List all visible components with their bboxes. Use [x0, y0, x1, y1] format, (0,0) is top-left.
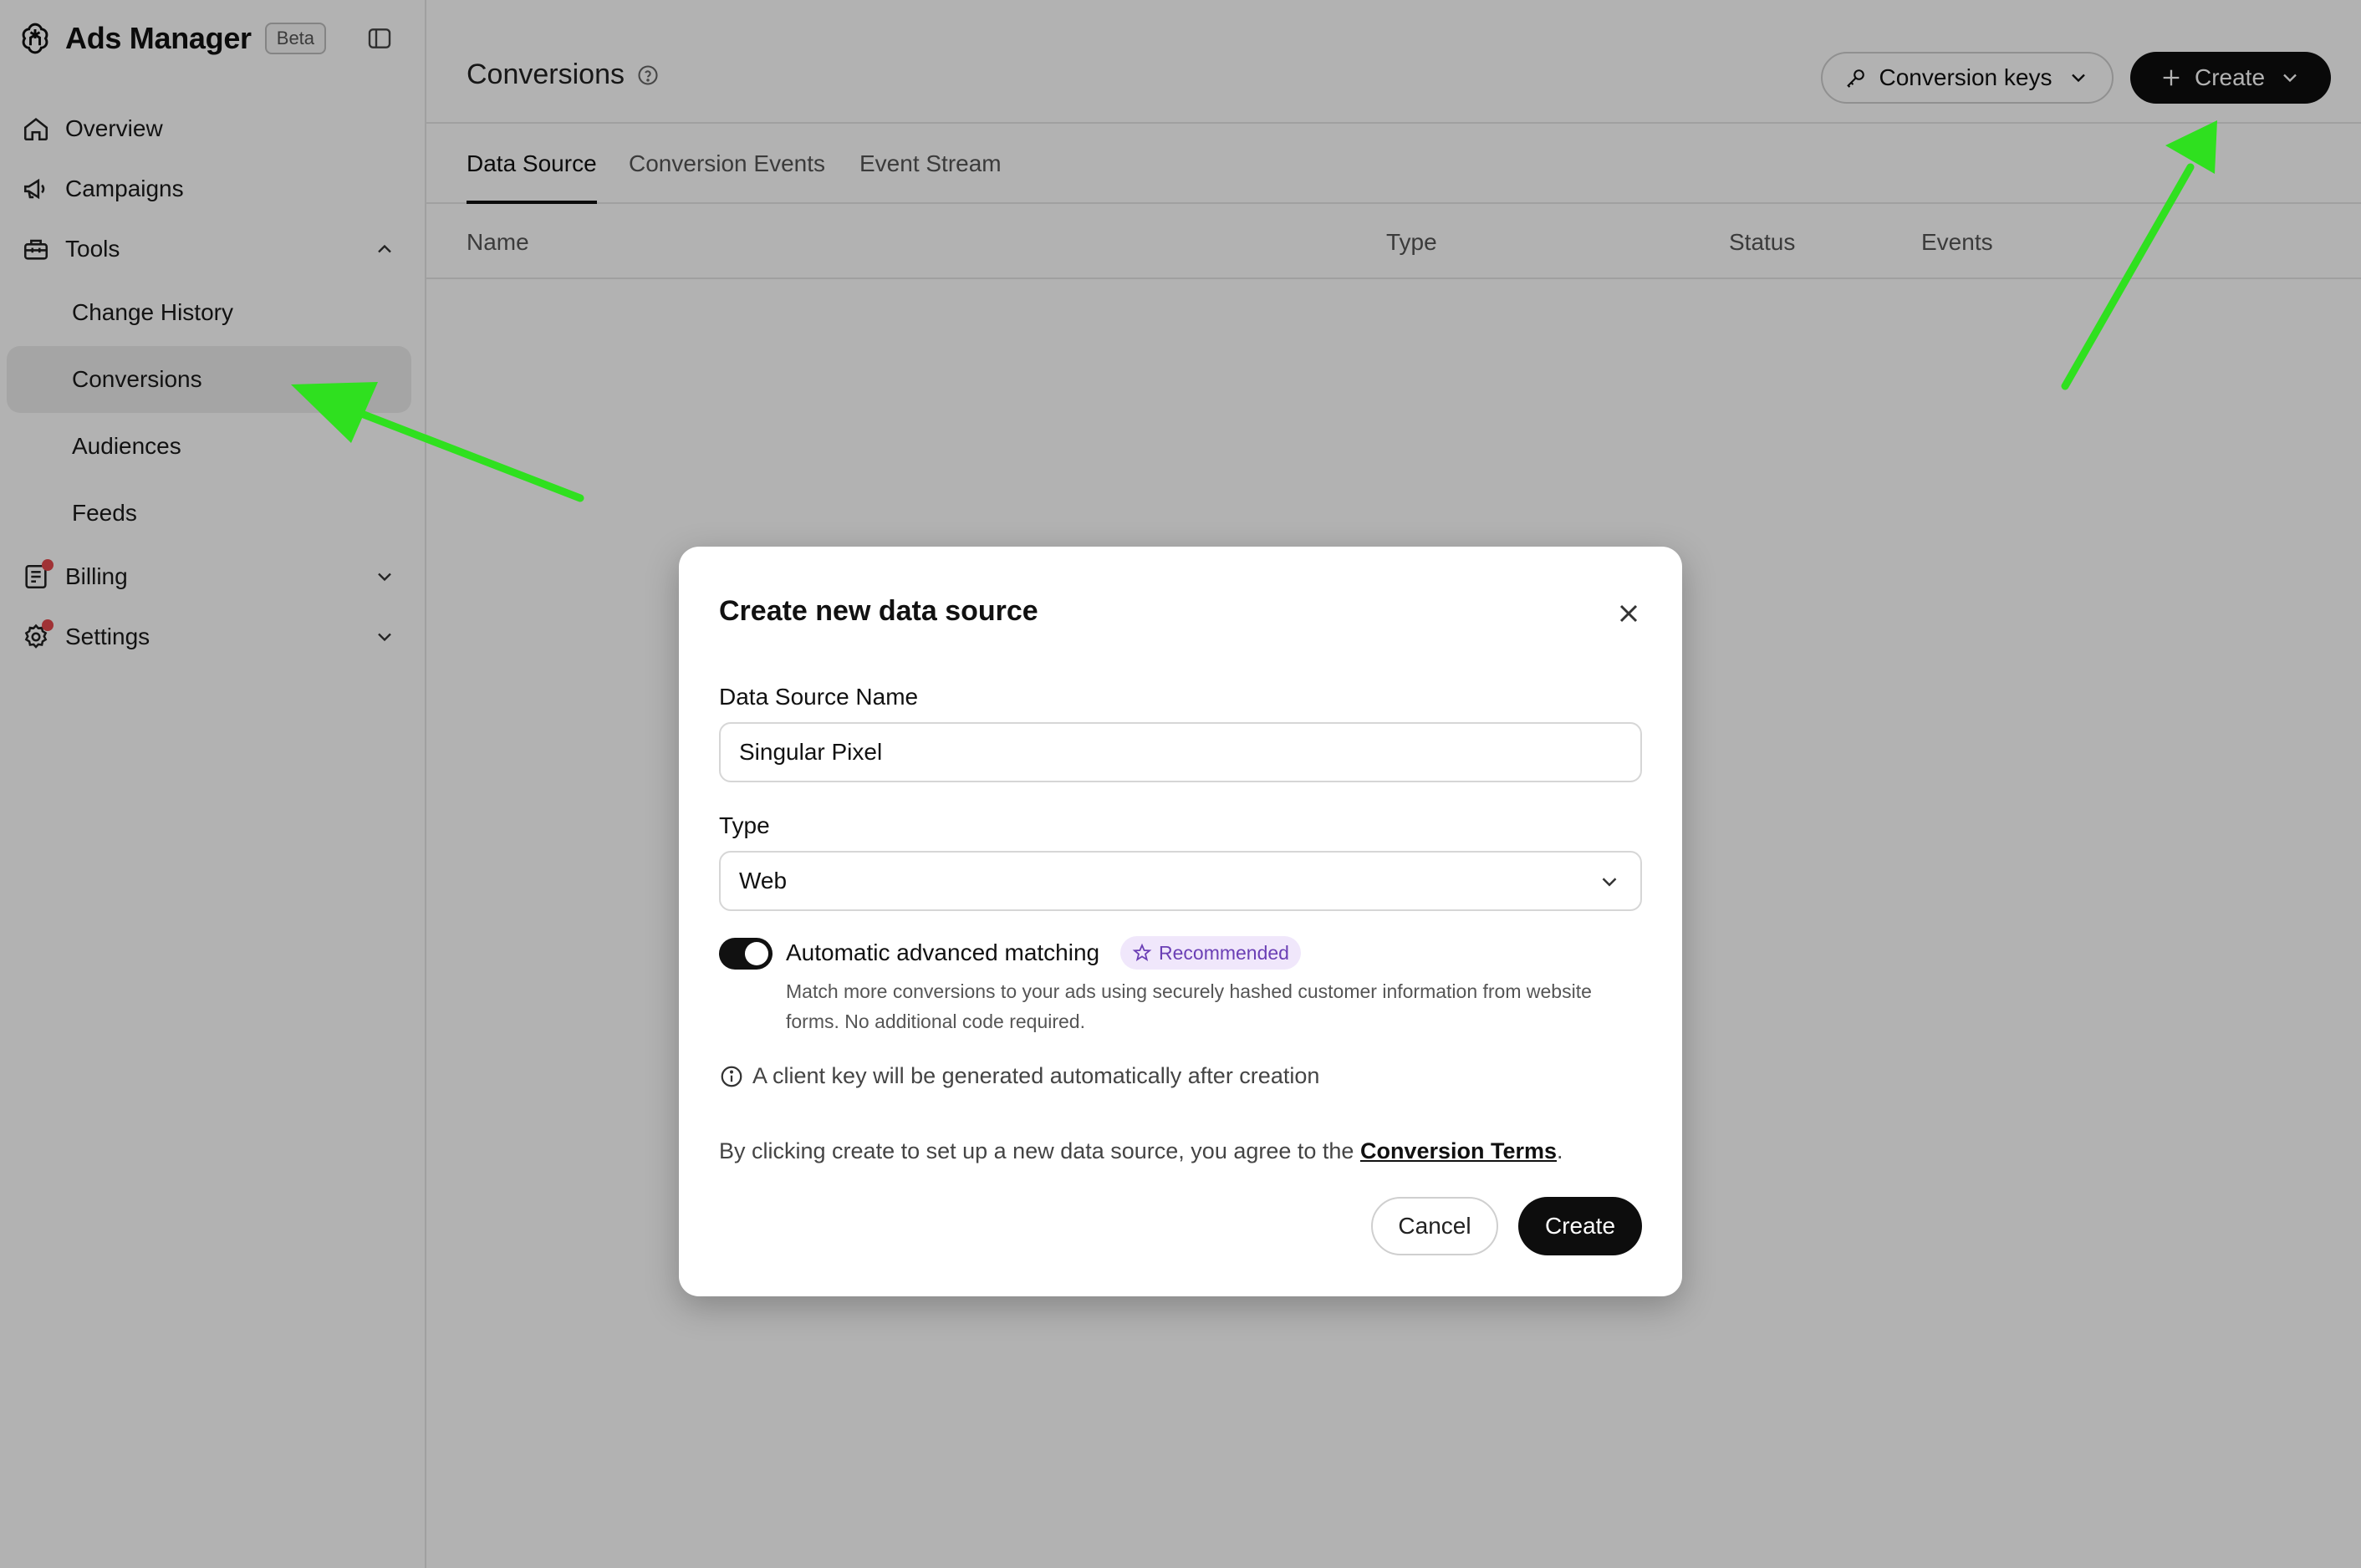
client-key-info: A client key will be generated automatic… — [719, 1063, 1319, 1089]
toggle-knob — [745, 942, 768, 965]
type-select-value: Web — [739, 868, 788, 893]
close-icon[interactable] — [1614, 598, 1644, 629]
terms-prefix: By clicking create to set up a new data … — [719, 1138, 1360, 1163]
app-root: Ads Manager Beta Overview Campaigns Tool… — [0, 0, 2361, 1568]
create-data-source-dialog: Create new data source Data Source Name … — [679, 547, 1682, 1296]
recommended-badge: Recommended — [1120, 936, 1301, 970]
conversion-terms-link[interactable]: Conversion Terms — [1360, 1138, 1557, 1163]
advanced-matching-title: Automatic advanced matching — [786, 939, 1100, 965]
data-source-name-label: Data Source Name — [719, 684, 919, 710]
recommended-badge-label: Recommended — [1159, 941, 1289, 964]
terms-suffix: . — [1557, 1138, 1563, 1163]
data-source-name-input[interactable] — [719, 722, 1642, 782]
chevron-down-icon — [1602, 878, 1617, 887]
dialog-title: Create new data source — [719, 595, 1038, 627]
terms-text: By clicking create to set up a new data … — [719, 1138, 1563, 1164]
info-icon — [721, 1066, 742, 1087]
advanced-matching-toggle[interactable] — [719, 938, 773, 970]
cancel-button[interactable]: Cancel — [1371, 1197, 1498, 1255]
type-select[interactable]: Web — [719, 851, 1642, 911]
star-icon — [1132, 943, 1152, 961]
advanced-matching-description: Match more conversions to your ads using… — [786, 980, 1592, 1032]
dialog-create-button[interactable]: Create — [1518, 1197, 1642, 1255]
client-key-info-text: A client key will be generated automatic… — [752, 1063, 1320, 1088]
type-label: Type — [719, 812, 770, 838]
